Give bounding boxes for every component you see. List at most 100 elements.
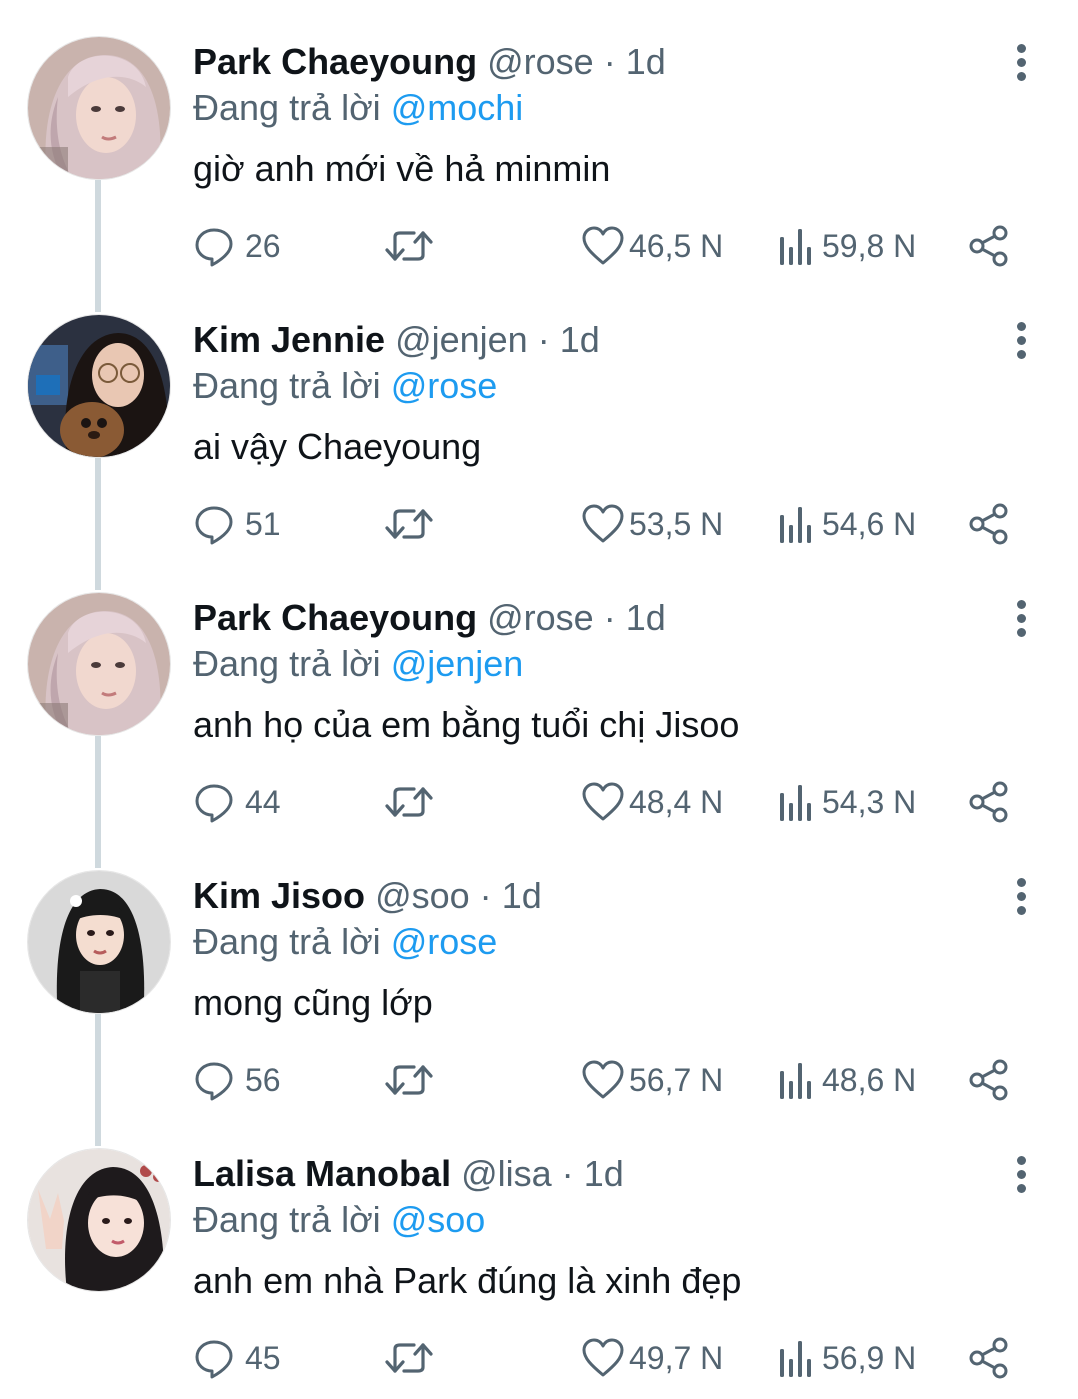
replying-to: Đang trả lời @rose — [193, 364, 497, 408]
tweet-text: anh họ của em bằng tuổi chị Jisoo — [193, 704, 740, 745]
more-options-button[interactable] — [1005, 876, 1039, 916]
share-button[interactable] — [966, 1058, 1012, 1102]
share-button[interactable] — [966, 780, 1012, 824]
views-button[interactable]: 54,3 N — [776, 780, 916, 824]
separator: · — [537, 319, 550, 360]
more-dot — [1017, 628, 1026, 637]
reply-button[interactable]: 44 — [193, 780, 281, 824]
reply-icon — [195, 506, 233, 545]
views-button[interactable]: 54,6 N — [776, 502, 916, 546]
heart-icon — [582, 782, 624, 821]
analytics-icon — [780, 229, 811, 265]
share-icon — [969, 1337, 1008, 1379]
user-handle[interactable]: @lisa — [461, 1153, 552, 1194]
retweet-icon — [385, 509, 433, 539]
user-handle[interactable]: @jenjen — [395, 319, 528, 360]
timestamp[interactable]: 1d — [626, 41, 666, 82]
avatar-jisoo[interactable] — [27, 870, 171, 1014]
tweet[interactable]: Park Chaeyoung @rose · 1d Đang trả lời @… — [0, 0, 1078, 278]
more-options-button[interactable] — [1005, 1154, 1039, 1194]
like-button[interactable]: 56,7 N — [581, 1058, 723, 1102]
avatar-lisa[interactable] — [27, 1148, 171, 1292]
retweet-button[interactable] — [384, 1058, 434, 1102]
replying-to: Đang trả lời @rose — [193, 920, 497, 964]
retweet-icon — [385, 1065, 433, 1095]
more-dot — [1017, 892, 1026, 901]
retweet-button[interactable] — [384, 224, 434, 268]
share-button[interactable] — [966, 224, 1012, 268]
user-handle[interactable]: @rose — [487, 41, 594, 82]
timestamp[interactable]: 1d — [560, 319, 600, 360]
user-handle[interactable]: @rose — [487, 597, 594, 638]
reply-button[interactable]: 45 — [193, 1336, 281, 1380]
avatar-jennie[interactable] — [27, 314, 171, 458]
more-dot — [1017, 614, 1026, 623]
reply-icon — [195, 228, 233, 267]
replying-to-label: Đang trả lời — [193, 365, 381, 406]
share-icon — [969, 503, 1008, 545]
timestamp[interactable]: 1d — [626, 597, 666, 638]
reply-button[interactable]: 56 — [193, 1058, 281, 1102]
retweet-button[interactable] — [384, 1336, 434, 1380]
tweet[interactable]: Kim Jennie @jenjen · 1d Đang trả lời @ro… — [0, 278, 1078, 556]
share-button[interactable] — [966, 502, 1012, 546]
timestamp[interactable]: 1d — [584, 1153, 624, 1194]
mention-link[interactable]: @jenjen — [391, 643, 524, 684]
analytics-icon — [780, 1063, 811, 1099]
heart-icon — [582, 226, 624, 265]
display-name[interactable]: Kim Jennie — [193, 319, 385, 360]
replying-to-label: Đang trả lời — [193, 87, 381, 128]
tweet-text: anh em nhà Park đúng là xinh đẹp — [193, 1260, 742, 1301]
like-button[interactable]: 53,5 N — [581, 502, 723, 546]
views-count: 56,9 N — [822, 1339, 917, 1376]
more-dot — [1017, 44, 1026, 53]
avatar-rose[interactable] — [27, 36, 171, 180]
reply-button[interactable]: 51 — [193, 502, 281, 546]
reply-icon — [195, 1340, 233, 1379]
more-options-button[interactable] — [1005, 42, 1039, 82]
tweet[interactable]: Kim Jisoo @soo · 1d Đang trả lời @rose m… — [0, 834, 1078, 1112]
separator: · — [603, 41, 616, 82]
more-options-button[interactable] — [1005, 598, 1039, 638]
replying-to: Đang trả lời @mochi — [193, 86, 523, 130]
mention-link[interactable]: @rose — [391, 921, 498, 962]
display-name[interactable]: Park Chaeyoung — [193, 597, 477, 638]
user-handle[interactable]: @soo — [375, 875, 470, 916]
tweet-text: ai vậy Chaeyoung — [193, 426, 482, 467]
like-button[interactable]: 48,4 N — [581, 780, 723, 824]
more-dot — [1017, 58, 1026, 67]
share-button[interactable] — [966, 1336, 1012, 1380]
views-button[interactable]: 59,8 N — [776, 224, 916, 268]
retweet-button[interactable] — [384, 502, 434, 546]
replying-to-label: Đang trả lời — [193, 921, 381, 962]
views-button[interactable]: 56,9 N — [776, 1336, 916, 1380]
reply-count: 44 — [245, 783, 281, 820]
retweet-button[interactable] — [384, 780, 434, 824]
more-options-button[interactable] — [1005, 320, 1039, 360]
more-dot — [1017, 878, 1026, 887]
heart-icon — [582, 1060, 624, 1099]
tweet[interactable]: Park Chaeyoung @rose · 1d Đang trả lời @… — [0, 556, 1078, 834]
like-button[interactable]: 46,5 N — [581, 224, 723, 268]
like-button[interactable]: 49,7 N — [581, 1336, 723, 1380]
mention-link[interactable]: @soo — [391, 1199, 486, 1240]
avatar-rose[interactable] — [27, 592, 171, 736]
display-name[interactable]: Park Chaeyoung — [193, 41, 477, 82]
share-icon — [969, 781, 1008, 823]
views-button[interactable]: 48,6 N — [776, 1058, 916, 1102]
retweet-icon — [385, 787, 433, 817]
mention-link[interactable]: @mochi — [391, 87, 524, 128]
display-name[interactable]: Lalisa Manobal — [193, 1153, 451, 1194]
more-dot — [1017, 72, 1026, 81]
tweet[interactable]: Lalisa Manobal @lisa · 1d Đang trả lời @… — [0, 1112, 1078, 1390]
display-name[interactable]: Kim Jisoo — [193, 875, 365, 916]
mention-link[interactable]: @rose — [391, 365, 498, 406]
more-dot — [1017, 1170, 1026, 1179]
like-count: 49,7 N — [629, 1339, 724, 1376]
share-icon — [969, 1059, 1008, 1101]
more-dot — [1017, 600, 1026, 609]
timestamp[interactable]: 1d — [502, 875, 542, 916]
reply-button[interactable]: 26 — [193, 224, 281, 268]
more-dot — [1017, 336, 1026, 345]
tweet-header: Park Chaeyoung @rose · 1d — [193, 596, 666, 640]
